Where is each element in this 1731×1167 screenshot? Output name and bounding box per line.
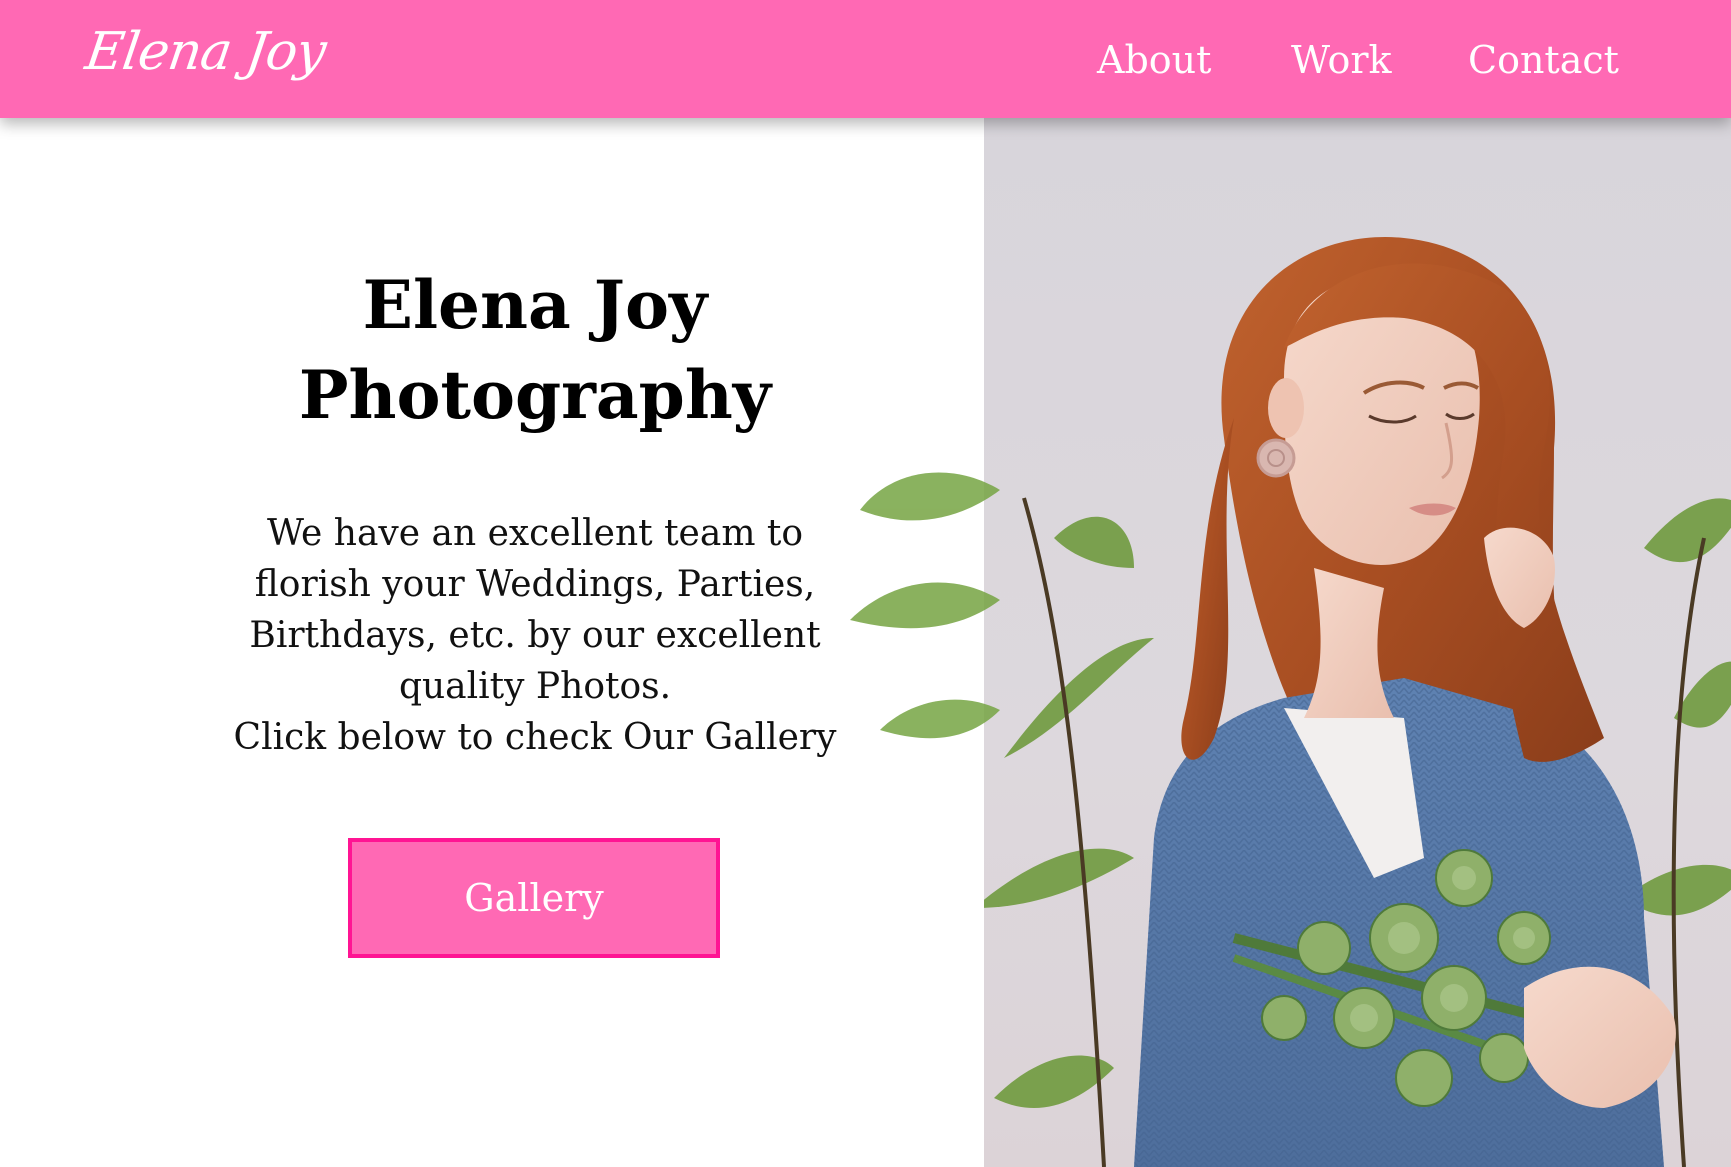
hero-desc-line-2: florish your Weddings, Parties, (254, 564, 816, 605)
nav-link-contact[interactable]: Contact (1468, 38, 1619, 82)
top-navbar: Elena Joy About Work Contact (0, 0, 1731, 118)
hero-title: Elena Joy Photography (235, 260, 835, 440)
woman-holding-flowers-photo (984, 237, 1731, 1167)
hero-desc-line-3: Birthdays, etc. by our excellent (249, 615, 821, 656)
hero-title-line-2: Photography (298, 356, 772, 434)
nav-link-work[interactable]: Work (1291, 38, 1392, 82)
hero-desc-line-4: quality Photos. (398, 666, 672, 707)
gallery-button[interactable]: Gallery (348, 838, 720, 958)
hero-title-line-1: Elena Joy (362, 266, 708, 344)
brand-logo[interactable]: Elena Joy (82, 22, 329, 82)
hero-photo (984, 118, 1731, 1167)
hero-description: We have an excellent team to florish you… (225, 508, 845, 763)
hero-desc-line-1: We have an excellent team to (266, 513, 804, 554)
hero-desc-line-5: Click below to check Our Gallery (233, 717, 837, 758)
nav-link-about[interactable]: About (1097, 38, 1211, 82)
